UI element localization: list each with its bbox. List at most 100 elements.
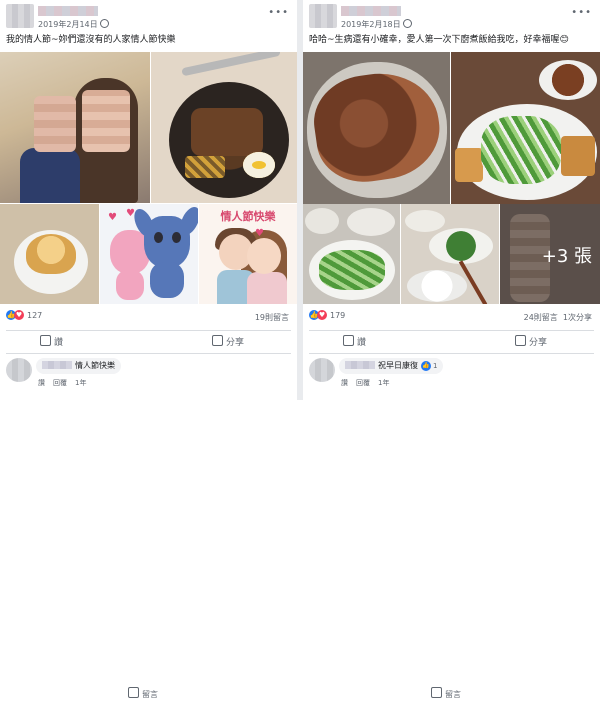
like-icon: 👍 (421, 360, 431, 371)
comment-button[interactable]: 留言 (128, 687, 413, 727)
photo-detail (116, 270, 144, 300)
heart-icon: ♥ (126, 208, 135, 219)
like-button[interactable]: 讚 (40, 335, 63, 349)
comment-time[interactable]: 1年 (378, 379, 389, 387)
reactions-count: 127 (27, 310, 43, 320)
photo-detail (243, 152, 275, 178)
like-icon (40, 335, 51, 346)
photo-detail (144, 216, 190, 268)
photo-detail (539, 60, 597, 100)
share-icon (212, 335, 223, 346)
post-date[interactable]: 2019年2月14日 (38, 19, 109, 30)
share-button[interactable]: 分享 (212, 335, 244, 349)
reactions[interactable]: 👍♥ 127 (6, 310, 42, 320)
blurred-face (82, 90, 130, 152)
photo-detail (429, 228, 493, 264)
photo-grid: ♥ ♥ 情人節快樂 ♥ (0, 52, 297, 304)
author-avatar[interactable] (6, 4, 34, 28)
post-actions: 讚 留言 分享 (6, 330, 291, 699)
photo-couple[interactable] (0, 52, 150, 203)
photo-fish[interactable] (303, 52, 450, 204)
like-button[interactable]: 讚 (343, 335, 366, 349)
photo-detail (20, 148, 80, 203)
commenter-name-blurred[interactable] (42, 361, 72, 369)
comment-reply-link[interactable]: 回覆 (53, 379, 67, 387)
reactions-count: 179 (330, 310, 346, 320)
heart-icon: ♥ (255, 228, 264, 239)
comment-icon (431, 687, 442, 698)
commenter-avatar[interactable] (309, 358, 335, 382)
photo-detail (319, 250, 385, 290)
photo-detail (154, 232, 163, 243)
globe-icon (402, 19, 412, 28)
comment-bubble: 情人節快樂 (36, 358, 121, 374)
post-valentines: 2019年2月14日 ••• 我的情人節~妳們還沒有的人家情人節快樂 ♥ ♥ 情… (0, 0, 297, 699)
comment: 祝早日康復 👍 1 讚回覆 1年 (309, 356, 594, 396)
author-name-blurred[interactable] (341, 6, 401, 16)
photo-detail (247, 238, 281, 274)
photo-detail (407, 270, 467, 302)
photo-detail (247, 272, 287, 304)
blurred-face (34, 96, 76, 152)
post-actions: 讚 留言 分享 (309, 330, 594, 699)
photo-dinner-table[interactable] (401, 204, 499, 304)
post-home-cooking: 2019年2月18日 ••• 哈哈~生病還有小確幸，愛人第一次下廚煮飯給我吃，好… (303, 0, 600, 699)
photo-steak[interactable] (151, 52, 297, 203)
love-icon: ♥ (317, 310, 327, 320)
photo-detail (305, 208, 339, 234)
more-icon[interactable]: ••• (268, 7, 289, 18)
photo-more[interactable]: +3 張 (500, 204, 600, 304)
post-stats: 👍♥ 127 19則留言 (0, 306, 297, 328)
photo-detail (181, 52, 281, 77)
photo-pie[interactable] (0, 204, 99, 304)
comment-button[interactable]: 留言 (431, 687, 600, 727)
photo-detail (26, 234, 76, 274)
photo-stirfry[interactable] (451, 52, 600, 204)
commenter-name-blurred[interactable] (345, 361, 375, 369)
more-photos-count: +3 張 (541, 246, 592, 267)
share-button[interactable]: 分享 (515, 335, 547, 349)
globe-icon (99, 19, 109, 28)
photo-love-cartoon[interactable]: 情人節快樂 ♥ (199, 204, 297, 304)
share-icon (515, 335, 526, 346)
photo-detail (455, 148, 483, 182)
photo-detail (172, 232, 181, 243)
comment: 情人節快樂 讚回覆 1年 (6, 356, 291, 396)
post-caption: 哈哈~生病還有小確幸，愛人第一次下廚煮飯給我吃，好幸福喔😊 (309, 35, 569, 45)
post-date[interactable]: 2019年2月18日 (341, 19, 412, 30)
comment-reaction-count: 1 (433, 362, 438, 370)
photo-detail (185, 156, 225, 178)
comment-meta: 讚回覆 1年 (38, 378, 94, 388)
comment-bubble: 祝早日康復 👍 1 (339, 358, 444, 374)
photo-detail (405, 210, 445, 232)
photo-detail (561, 136, 595, 176)
photo-detail (191, 108, 263, 156)
comment-meta: 讚回覆 1年 (341, 378, 397, 388)
photo-stitch-cartoon[interactable]: ♥ ♥ (100, 204, 198, 304)
photo-table-dishes[interactable] (303, 204, 400, 304)
comments-shares-count[interactable]: 24則留言 1次分享 (524, 312, 592, 323)
post-stats: 👍♥ 179 24則留言 1次分享 (303, 306, 600, 328)
comment-time[interactable]: 1年 (75, 379, 86, 387)
comment-like-link[interactable]: 讚 (341, 379, 348, 387)
more-icon[interactable]: ••• (571, 7, 592, 18)
like-icon (343, 335, 354, 346)
post-caption: 我的情人節~妳們還沒有的人家情人節快樂 (6, 35, 176, 45)
love-icon: ♥ (14, 310, 24, 320)
comment-like-link[interactable]: 讚 (38, 379, 45, 387)
post-header: 2019年2月18日 ••• (303, 0, 600, 32)
photo-detail (481, 116, 561, 184)
facebook-posts-screenshot: 2019年2月14日 ••• 我的情人節~妳們還沒有的人家情人節快樂 ♥ ♥ 情… (0, 0, 600, 699)
heart-icon: ♥ (108, 212, 117, 223)
comments-count[interactable]: 19則留言 (255, 312, 289, 323)
love-banner-text: 情人節快樂 (220, 210, 276, 223)
commenter-avatar[interactable] (6, 358, 32, 382)
photo-grid: +3 張 (303, 52, 600, 304)
photo-detail (150, 262, 184, 298)
photo-detail (347, 208, 395, 236)
author-avatar[interactable] (309, 4, 337, 28)
post-header: 2019年2月14日 ••• (0, 0, 297, 32)
reactions[interactable]: 👍♥ 179 (309, 310, 345, 320)
comment-reply-link[interactable]: 回覆 (356, 379, 370, 387)
author-name-blurred[interactable] (38, 6, 98, 16)
